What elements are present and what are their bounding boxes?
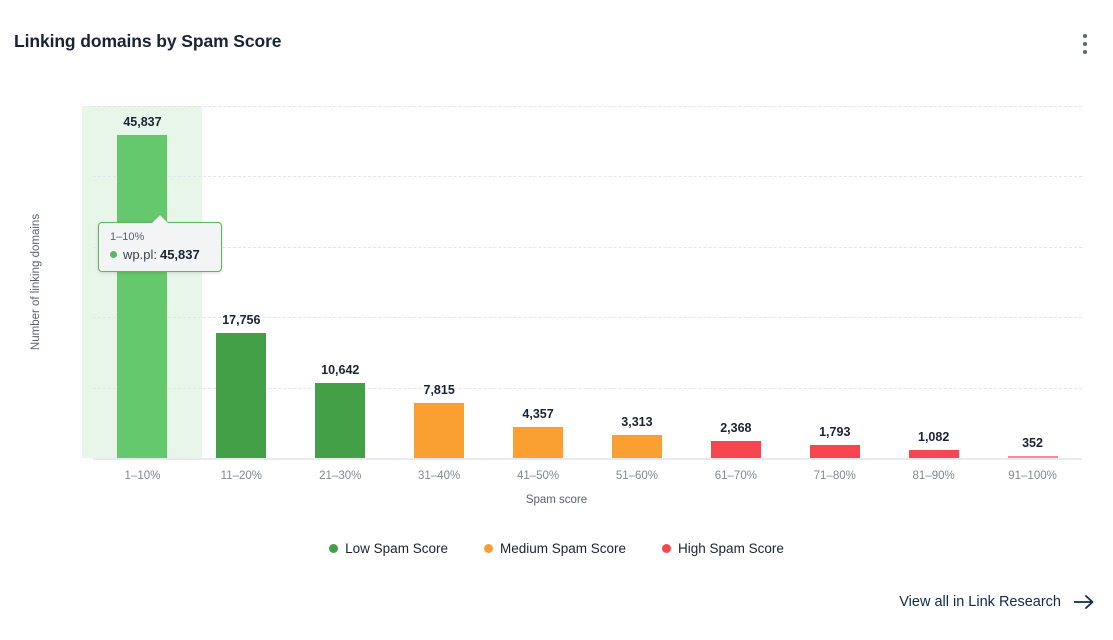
tooltip-series-value: 45,837 <box>159 247 200 262</box>
tooltip-series-dot-icon <box>110 251 117 258</box>
view-all-link-research-link[interactable]: View all in Link Research <box>899 594 1095 610</box>
kebab-dot <box>1083 50 1087 54</box>
gridline <box>93 246 1082 248</box>
card-header: Linking domains by Spam Score <box>0 0 1113 76</box>
tooltip-category: 1–10% <box>110 231 145 243</box>
tooltip-series-label: wp.pl: <box>123 247 157 262</box>
bar-value-label: 10,642 <box>321 363 360 378</box>
bar-medium[interactable] <box>414 402 465 458</box>
legend-item-label: High Spam Score <box>678 541 784 556</box>
gridline <box>93 176 1082 178</box>
legend-item-label: Medium Spam Score <box>499 541 627 556</box>
gridline <box>93 106 1082 107</box>
chart-legend: Low Spam Score Medium Spam Score High Spam… <box>0 541 1113 556</box>
x-axis-tick-label: 91–100% <box>1008 470 1057 482</box>
bar-low[interactable] <box>216 333 267 458</box>
kebab-dot <box>1083 42 1087 46</box>
legend-item[interactable]: Low Spam Score <box>329 541 448 556</box>
legend-dot-icon <box>662 544 672 553</box>
legend-dot-icon <box>329 544 339 553</box>
page-title: Linking domains by Spam Score <box>14 31 282 51</box>
y-axis-title: Number of linking domains <box>30 213 42 351</box>
bar-high[interactable] <box>908 450 959 458</box>
bar-value-label: 352 <box>1022 435 1043 450</box>
chart-tooltip: 1–10% wp.pl: 45,837 <box>98 214 222 272</box>
bar-low[interactable] <box>117 135 168 458</box>
bar-medium[interactable] <box>611 434 662 458</box>
arrow-right-icon <box>1074 595 1094 609</box>
legend-item[interactable]: High Spam Score <box>662 541 784 556</box>
bar-high[interactable] <box>1007 455 1058 458</box>
bar-high[interactable] <box>710 441 761 458</box>
linking-domains-chart-card: Linking domains by Spam Score Number of … <box>0 0 1113 640</box>
bar-high[interactable] <box>809 445 860 458</box>
chart-plot-wrapper: Number of linking domains Spam score 010… <box>0 76 1113 536</box>
legend-item[interactable]: Medium Spam Score <box>483 541 627 556</box>
bar-medium[interactable] <box>513 427 564 458</box>
x-axis-title: Spam score <box>525 494 588 506</box>
bar-value-label: 7,815 <box>423 382 455 397</box>
kebab-menu-icon[interactable] <box>1073 30 1097 58</box>
bar-low[interactable] <box>315 383 366 458</box>
view-all-link-label: View all in Link Research <box>899 594 1061 610</box>
plot-area: 010k20k30k40k50k 45,83717,75610,6427,815… <box>82 106 1082 482</box>
tooltip-row: wp.pl: 45,837 <box>110 247 211 262</box>
legend-dot-icon <box>483 544 493 553</box>
bar-value-label: 45,837 <box>123 115 162 130</box>
x-axis-baseline <box>93 458 1082 460</box>
bar-value-label: 17,756 <box>222 312 261 327</box>
legend-item-label: Low Spam Score <box>345 541 448 556</box>
kebab-dot <box>1083 34 1087 38</box>
